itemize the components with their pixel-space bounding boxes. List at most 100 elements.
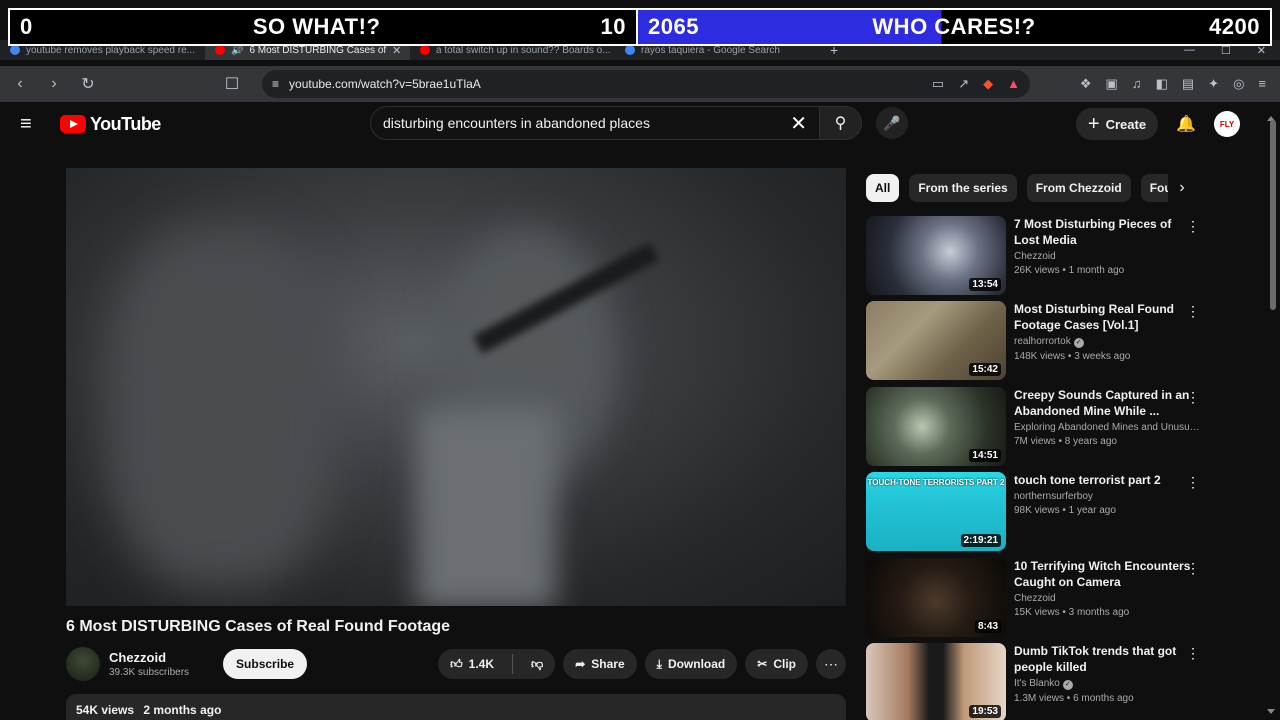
menu-icon[interactable]: ≡ (1258, 76, 1266, 92)
video-title: 6 Most DISTURBING Cases of Real Found Fo… (66, 618, 451, 635)
vpn-icon[interactable]: ◎ (1233, 76, 1244, 92)
overlay-left-panel: 0 SO WHAT!? 10 (10, 10, 638, 44)
overlay-right-score: 2065 (648, 14, 699, 39)
rec-title[interactable]: Most Disturbing Real Found Footage Cases… (1014, 301, 1200, 333)
rec-channel[interactable]: Chezzoid (1014, 593, 1200, 604)
rec-channel[interactable]: realhorrortok (1014, 336, 1071, 347)
create-button[interactable]: + Create (1075, 108, 1159, 140)
address-bar[interactable]: ≡ youtube.com/watch?v=5brae1uTlaA ▭ ↗ ◆ … (262, 70, 1030, 98)
rec-title[interactable]: 10 Terrifying Witch Encounters Caught on… (1014, 558, 1200, 590)
recommendation-item[interactable]: 14:51 Creepy Sounds Captured in an Aband… (866, 386, 1206, 472)
verified-check-icon: ✓ (1062, 679, 1073, 690)
chip-all[interactable]: All (866, 174, 900, 202)
wallet-icon[interactable]: ▤ (1182, 76, 1194, 92)
video-thumbnail[interactable]: 15:42 (866, 301, 1006, 381)
search-button[interactable]: ⚲ (820, 106, 862, 140)
forward-icon[interactable]: › (42, 75, 66, 93)
rec-title[interactable]: touch tone terrorist part 2 (1014, 472, 1200, 488)
description-box[interactable]: 54K views 2 months ago (66, 694, 846, 720)
youtube-wordmark: YouTube (90, 113, 161, 134)
extensions-icon[interactable]: ❖ (1080, 76, 1092, 92)
rec-title[interactable]: Creepy Sounds Captured in an Abandoned M… (1014, 387, 1200, 419)
recommendation-item[interactable]: 13:54 7 Most Disturbing Pieces of Lost M… (866, 216, 1206, 301)
rewards-icon[interactable]: ▲ (1007, 76, 1020, 92)
rec-title[interactable]: 7 Most Disturbing Pieces of Lost Media (1014, 216, 1200, 248)
video-actions: 👍︎ 1.4K 👎︎ ➦ Share ⤓ Download ✂ Clip ⋯ (438, 649, 846, 679)
tab-label: a total switch up in sound?? Boards o... (436, 44, 611, 56)
cast-icon[interactable]: ▭ (932, 76, 944, 92)
brave-shield-icon[interactable]: ◆ (983, 76, 993, 92)
clip-label: Clip (773, 657, 796, 671)
scrollbar-thumb[interactable] (1270, 120, 1276, 310)
chips-next-chevron-icon[interactable]: › (1168, 174, 1196, 202)
notifications-bell-icon[interactable]: 🔔 (1176, 114, 1196, 134)
clear-search-icon[interactable]: ✕ (790, 111, 807, 136)
reload-icon[interactable]: ↻ (76, 74, 100, 94)
music-icon[interactable]: ♫ (1132, 76, 1142, 92)
screenshot-icon[interactable]: ▣ (1106, 76, 1118, 92)
youtube-logo[interactable]: YouTube (60, 114, 161, 135)
hamburger-menu-icon[interactable]: ≡ (20, 113, 40, 136)
more-vertical-icon[interactable]: ⋮ (1186, 645, 1200, 662)
recommendation-item[interactable]: 15:42 Most Disturbing Real Found Footage… (866, 301, 1206, 386)
video-thumbnail[interactable]: 14:51 (866, 386, 1006, 466)
more-actions-button[interactable]: ⋯ (816, 649, 846, 679)
video-duration: 14:51 (969, 448, 1001, 462)
clip-button[interactable]: ✂ Clip (745, 649, 808, 679)
rec-stats: 1.3M views • 6 months ago (1014, 692, 1134, 704)
google-favicon-icon (10, 45, 20, 55)
url-text[interactable]: youtube.com/watch?v=5brae1uTlaA (289, 77, 922, 91)
video-thumbnail[interactable]: 13:54 (866, 216, 1006, 295)
header-actions: + Create 🔔 FLY (1075, 108, 1240, 140)
view-count: 54K views (76, 703, 135, 717)
rec-channel[interactable]: It's Blanko (1014, 678, 1060, 689)
dislike-button[interactable]: 👎︎ (519, 649, 555, 679)
chip-from-series[interactable]: From the series (909, 174, 1017, 202)
scroll-down-icon[interactable] (1267, 709, 1275, 714)
rec-channel[interactable]: Exploring Abandoned Mines and Unusua... (1014, 422, 1200, 433)
search-query[interactable]: disturbing encounters in abandoned place… (383, 115, 790, 131)
account-avatar[interactable]: FLY (1214, 111, 1240, 137)
more-vertical-icon[interactable]: ⋮ (1186, 218, 1200, 235)
more-vertical-icon[interactable]: ⋮ (1186, 303, 1200, 320)
rec-channel[interactable]: northernsurferboy (1014, 491, 1200, 502)
video-thumbnail[interactable]: 19:53 (866, 642, 1006, 720)
rec-stats: 15K views • 3 months ago (1014, 606, 1130, 618)
like-button[interactable]: 👍︎ 1.4K (438, 649, 506, 679)
download-button[interactable]: ⤓ Download (644, 649, 738, 679)
bookmark-icon[interactable]: ☐ (220, 74, 244, 94)
video-duration: 15:42 (969, 363, 1001, 377)
channel-avatar[interactable] (66, 647, 100, 681)
rec-channel[interactable]: Chezzoid (1014, 251, 1200, 262)
more-vertical-icon[interactable]: ⋮ (1186, 474, 1200, 491)
create-label: Create (1105, 116, 1147, 132)
verified-check-icon: ✓ (1073, 338, 1084, 349)
sidebar-icon[interactable]: ◧ (1156, 76, 1168, 92)
leo-icon[interactable]: ✦ (1208, 76, 1219, 92)
tab-label: rayos taquiera - Google Search (641, 44, 780, 56)
overlay-right-panel: 2065 WHO CARES!? 4200 (638, 10, 1270, 44)
video-duration: 13:54 (969, 278, 1001, 291)
voice-search-button[interactable]: 🎤 (876, 107, 908, 139)
search-input[interactable]: disturbing encounters in abandoned place… (370, 106, 820, 140)
site-info-icon[interactable]: ≡ (272, 77, 279, 91)
share-icon[interactable]: ↗ (958, 76, 969, 92)
rec-title[interactable]: Dumb TikTok trends that got people kille… (1014, 643, 1200, 675)
recommendation-item[interactable]: 19:53 Dumb TikTok trends that got people… (866, 642, 1206, 720)
recommendation-item[interactable]: 8:43 10 Terrifying Witch Encounters Caug… (866, 557, 1206, 643)
video-thumbnail[interactable]: 8:43 (866, 557, 1006, 637)
share-button[interactable]: ➦ Share (563, 649, 637, 679)
recommendation-item[interactable]: TOUCH-TONE TERRORISTS PART 2 2:19:21 tou… (866, 472, 1206, 557)
video-player[interactable] (66, 168, 846, 606)
video-thumbnail[interactable]: TOUCH-TONE TERRORISTS PART 2 2:19:21 (866, 472, 1006, 552)
more-vertical-icon[interactable]: ⋮ (1186, 389, 1200, 406)
rec-channel-row: It's Blanko ✓ (1014, 678, 1200, 690)
channel-name[interactable]: Chezzoid (109, 650, 189, 665)
back-icon[interactable]: ‹ (8, 75, 32, 93)
youtube-header: ≡ YouTube disturbing encounters in aband… (0, 102, 1280, 146)
subscribe-button[interactable]: Subscribe (223, 649, 308, 679)
chip-from-channel[interactable]: From Chezzoid (1026, 174, 1131, 202)
channel-info: Chezzoid 39.3K subscribers (109, 650, 189, 678)
page-scrollbar[interactable] (1267, 110, 1278, 720)
more-vertical-icon[interactable]: ⋮ (1186, 560, 1200, 577)
